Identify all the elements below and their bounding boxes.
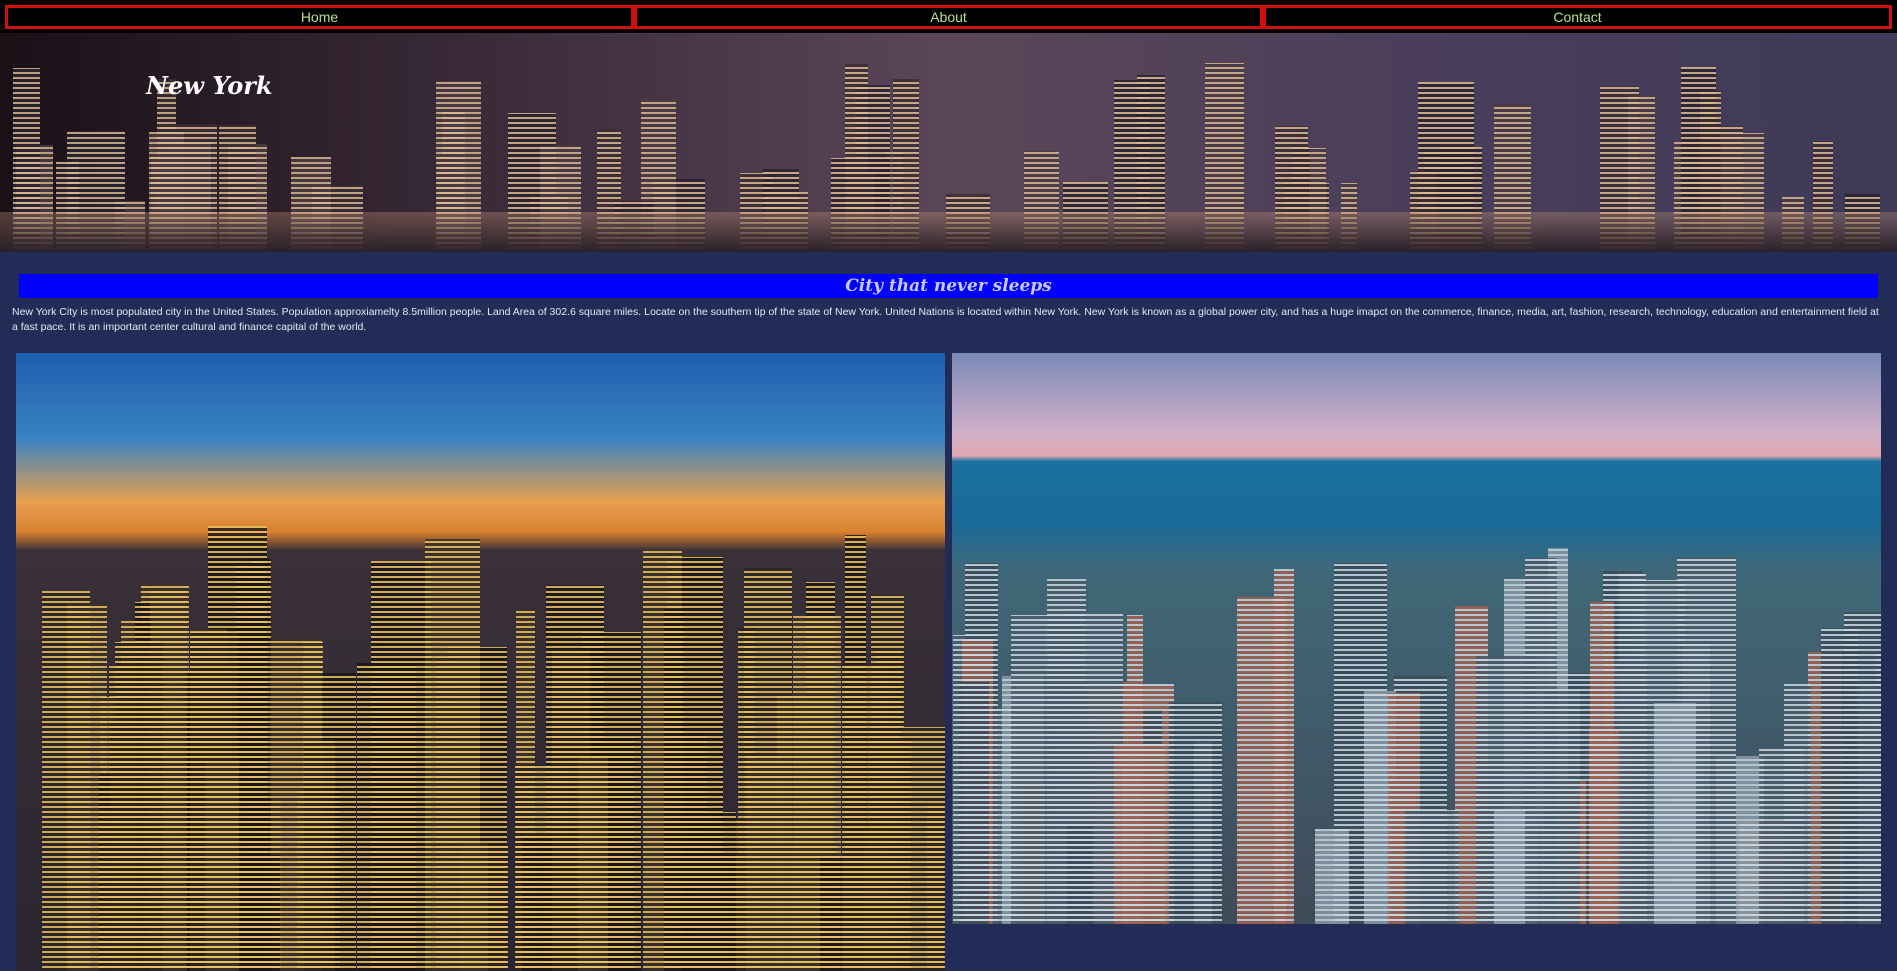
nav-contact[interactable]: Contact [1263, 5, 1892, 29]
building-shape [903, 726, 945, 971]
building-shape [1783, 683, 1812, 924]
building-shape [1405, 809, 1459, 924]
building-shape [1066, 824, 1094, 924]
building-shape [578, 758, 609, 971]
building-shape [679, 811, 737, 971]
building-shape [1653, 702, 1696, 924]
building-shape [304, 741, 336, 971]
building-shape [356, 662, 417, 971]
banner-title: New York [146, 71, 273, 100]
nav-home[interactable]: Home [5, 5, 634, 29]
nav-about[interactable]: About [634, 5, 1263, 29]
building-shape [958, 681, 989, 924]
nyc-night-skyline-image [16, 353, 945, 971]
building-shape [1619, 572, 1646, 924]
aerial-city-image [952, 353, 1881, 924]
building-shape [1843, 612, 1881, 924]
building-shape [664, 608, 684, 971]
building-shape [1315, 828, 1350, 924]
skyline-banner: New York [0, 33, 1897, 252]
building-shape [1193, 741, 1212, 924]
building-shape [206, 760, 239, 971]
building-shape [1113, 744, 1165, 924]
building-shape [98, 809, 118, 971]
banner-glow [0, 212, 1897, 252]
building-shape [251, 559, 272, 971]
section-paragraph: New York City is most populated city in … [12, 306, 1879, 333]
building-shape [746, 756, 780, 971]
building-shape [114, 642, 163, 971]
building-shape [841, 664, 890, 971]
top-nav: Home About Contact [0, 0, 1897, 33]
building-shape [1237, 597, 1287, 924]
building-shape [425, 539, 480, 971]
building-shape [1595, 827, 1615, 924]
section-heading: City that never sleeps [19, 274, 1878, 298]
building-shape [1525, 558, 1557, 924]
